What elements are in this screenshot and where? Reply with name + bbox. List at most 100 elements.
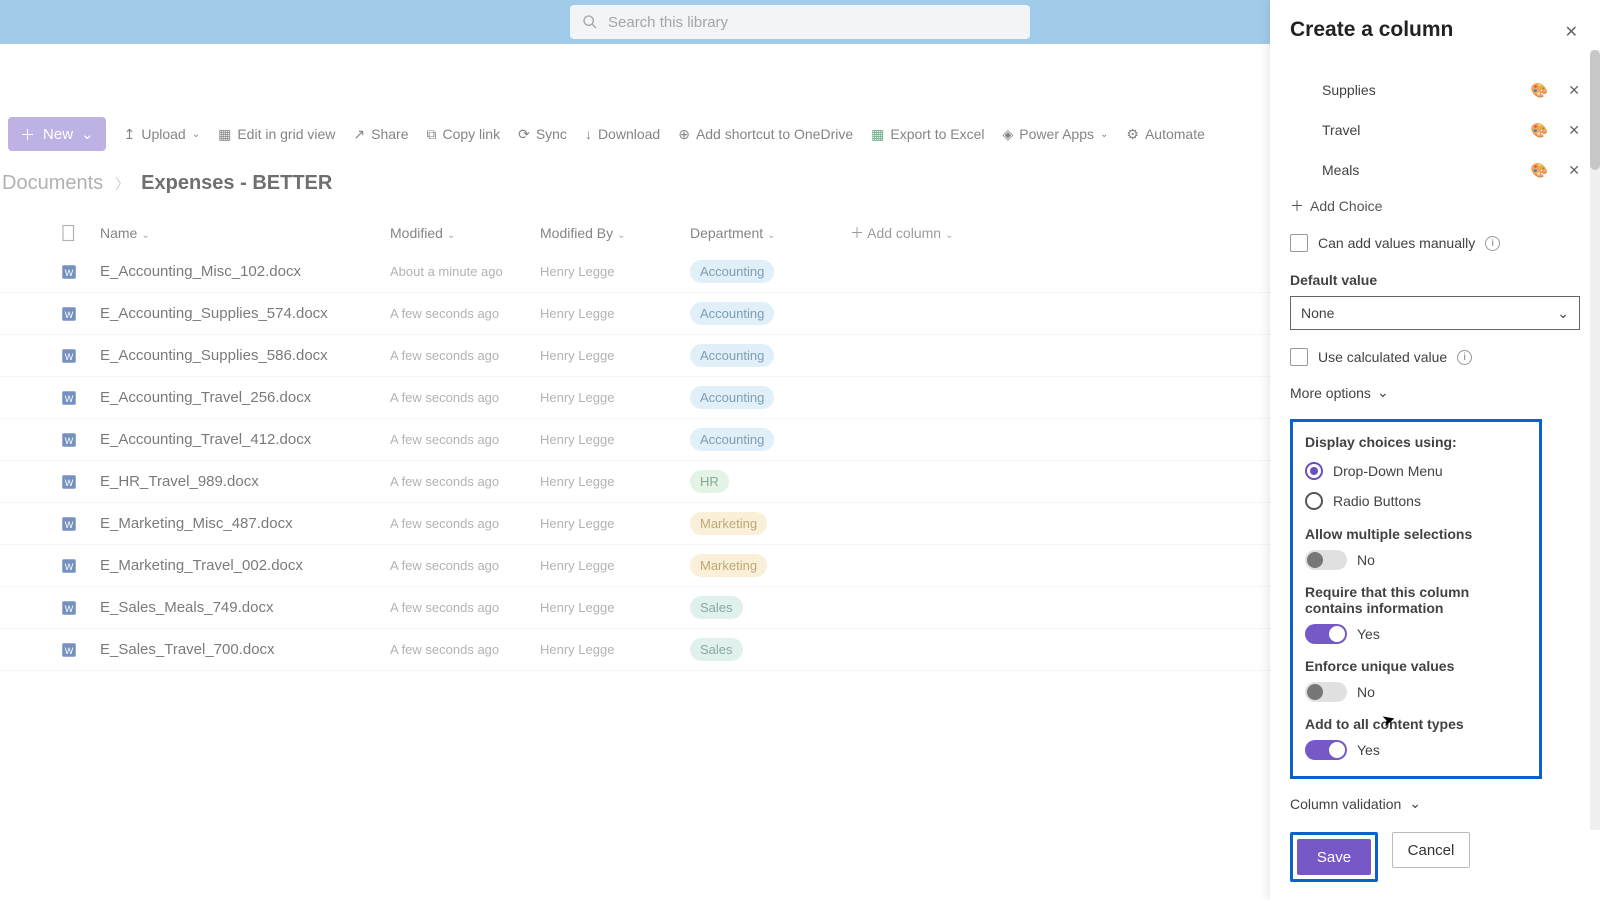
- choice-label[interactable]: Travel: [1290, 122, 1531, 138]
- word-doc-icon: W: [60, 431, 78, 449]
- palette-icon[interactable]: 🎨: [1531, 82, 1548, 99]
- cancel-button[interactable]: Cancel: [1392, 832, 1470, 868]
- column-department-header[interactable]: Department⌄: [690, 225, 850, 241]
- sync-button[interactable]: ⟳Sync: [518, 126, 567, 143]
- file-name[interactable]: E_HR_Travel_989.docx: [100, 473, 390, 490]
- file-name[interactable]: E_Accounting_Supplies_586.docx: [100, 347, 390, 364]
- word-doc-icon: W: [60, 389, 78, 407]
- modified-by-text[interactable]: Henry Legge: [540, 558, 690, 573]
- modified-by-text[interactable]: Henry Legge: [540, 390, 690, 405]
- panel-title: Create a column: [1290, 18, 1580, 42]
- file-name[interactable]: E_Marketing_Travel_002.docx: [100, 557, 390, 574]
- unique-toggle[interactable]: [1305, 682, 1347, 702]
- onedrive-shortcut-button[interactable]: ⊕Add shortcut to OneDrive: [678, 126, 853, 143]
- chevron-down-icon: ⌄: [767, 230, 775, 241]
- palette-icon[interactable]: 🎨: [1531, 162, 1548, 179]
- file-name[interactable]: E_Accounting_Travel_412.docx: [100, 431, 390, 448]
- share-button[interactable]: ↗ Share: [353, 126, 408, 143]
- default-value-dropdown[interactable]: None ⌄: [1290, 296, 1580, 330]
- radio-selected-icon[interactable]: [1305, 462, 1323, 480]
- svg-text:W: W: [65, 519, 74, 529]
- add-types-label: Add to all content types: [1305, 716, 1527, 732]
- modified-by-text[interactable]: Henry Legge: [540, 306, 690, 321]
- search-input[interactable]: [608, 14, 1018, 31]
- checkbox-icon[interactable]: [1290, 234, 1308, 252]
- modified-by-text[interactable]: Henry Legge: [540, 432, 690, 447]
- require-toggle[interactable]: [1305, 624, 1347, 644]
- dropdown-radio-label: Drop-Down Menu: [1333, 463, 1443, 479]
- remove-choice-icon[interactable]: ✕: [1568, 82, 1580, 99]
- add-types-toggle[interactable]: [1305, 740, 1347, 760]
- sync-icon: ⟳: [518, 126, 530, 143]
- remove-choice-icon[interactable]: ✕: [1568, 162, 1580, 179]
- column-modified-by-header[interactable]: Modified By⌄: [540, 225, 690, 241]
- automate-button[interactable]: ⚙Automate: [1126, 126, 1205, 143]
- copy-link-button[interactable]: ⧉Copy link: [426, 126, 500, 143]
- department-pill: Marketing: [690, 554, 767, 577]
- modified-by-text[interactable]: Henry Legge: [540, 348, 690, 363]
- modified-text: A few seconds ago: [390, 474, 540, 489]
- more-options-toggle[interactable]: More options ⌄: [1290, 384, 1580, 401]
- calculated-value-checkbox-row[interactable]: Use calculated value i: [1290, 348, 1580, 366]
- svg-text:W: W: [65, 393, 74, 403]
- radio-unselected-icon[interactable]: [1305, 492, 1323, 510]
- add-choice-button[interactable]: ＋ Add Choice: [1290, 196, 1580, 216]
- chevron-right-icon: 〉: [115, 174, 129, 194]
- file-name[interactable]: E_Accounting_Supplies_574.docx: [100, 305, 390, 322]
- chevron-down-icon: ⌄: [1557, 305, 1569, 322]
- dropdown-radio-option[interactable]: Drop-Down Menu: [1305, 462, 1527, 480]
- modified-by-text[interactable]: Henry Legge: [540, 642, 690, 657]
- column-name-header[interactable]: Name⌄: [100, 225, 390, 241]
- export-excel-button[interactable]: ▦Export to Excel: [871, 126, 984, 143]
- scrollbar-track[interactable]: [1590, 50, 1600, 830]
- manual-values-checkbox-row[interactable]: Can add values manually i: [1290, 234, 1580, 252]
- download-button[interactable]: ↓Download: [585, 126, 660, 142]
- radio-buttons-option[interactable]: Radio Buttons: [1305, 492, 1527, 510]
- info-icon[interactable]: i: [1457, 350, 1472, 365]
- choice-row: Meals 🎨 ✕: [1290, 150, 1580, 190]
- column-validation-toggle[interactable]: Column validation ⌄: [1290, 795, 1580, 812]
- save-button[interactable]: Save: [1297, 839, 1371, 875]
- modified-by-text[interactable]: Henry Legge: [540, 264, 690, 279]
- allow-multi-toggle[interactable]: [1305, 550, 1347, 570]
- upload-button[interactable]: ↥Upload⌄: [124, 126, 201, 143]
- close-icon[interactable]: ✕: [1565, 22, 1578, 42]
- file-name[interactable]: E_Sales_Travel_700.docx: [100, 641, 390, 658]
- breadcrumb-root[interactable]: Documents: [2, 172, 103, 195]
- department-pill: Accounting: [690, 302, 774, 325]
- info-icon[interactable]: i: [1485, 236, 1500, 251]
- remove-choice-icon[interactable]: ✕: [1568, 122, 1580, 139]
- choice-label[interactable]: Meals: [1290, 162, 1531, 178]
- search-box[interactable]: [570, 5, 1030, 39]
- chevron-down-icon: ⌄: [447, 230, 455, 241]
- modified-text: A few seconds ago: [390, 516, 540, 531]
- unique-value: No: [1357, 684, 1375, 700]
- file-name[interactable]: E_Sales_Meals_749.docx: [100, 599, 390, 616]
- word-doc-icon: W: [60, 557, 78, 575]
- column-modified-header[interactable]: Modified⌄: [390, 225, 540, 241]
- scrollbar-thumb[interactable]: [1590, 50, 1600, 170]
- plus-icon: ＋: [20, 124, 35, 145]
- edit-grid-button[interactable]: ▦Edit in grid view: [218, 126, 335, 143]
- file-name[interactable]: E_Accounting_Misc_102.docx: [100, 263, 390, 280]
- share-icon: ↗: [353, 126, 365, 143]
- modified-by-text[interactable]: Henry Legge: [540, 600, 690, 615]
- checkbox-icon[interactable]: [1290, 348, 1308, 366]
- panel-footer: Save Cancel: [1290, 812, 1580, 882]
- file-name[interactable]: E_Marketing_Misc_487.docx: [100, 515, 390, 532]
- create-column-panel: Create a column ✕ Supplies 🎨 ✕ Travel 🎨 ✕…: [1270, 0, 1600, 900]
- power-apps-icon: ◈: [1003, 126, 1014, 143]
- modified-by-text[interactable]: Henry Legge: [540, 474, 690, 489]
- modified-by-text[interactable]: Henry Legge: [540, 516, 690, 531]
- column-validation-label: Column validation: [1290, 796, 1401, 812]
- choice-label[interactable]: Supplies: [1290, 82, 1531, 98]
- require-label: Require that this column contains inform…: [1305, 584, 1527, 616]
- file-name[interactable]: E_Accounting_Travel_256.docx: [100, 389, 390, 406]
- add-column-button[interactable]: ＋ Add column⌄: [850, 223, 990, 243]
- modified-text: A few seconds ago: [390, 390, 540, 405]
- palette-icon[interactable]: 🎨: [1531, 122, 1548, 139]
- new-button[interactable]: ＋ New ⌄: [8, 117, 106, 151]
- share-label: Share: [371, 126, 408, 142]
- require-value: Yes: [1357, 626, 1380, 642]
- power-apps-button[interactable]: ◈Power Apps⌄: [1003, 126, 1109, 143]
